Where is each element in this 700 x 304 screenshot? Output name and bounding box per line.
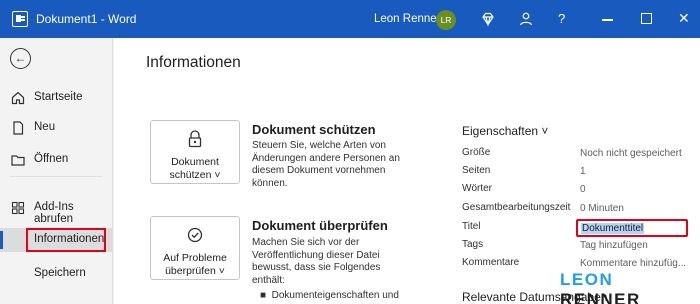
sidebar-item-speichern[interactable]: Speichern	[0, 262, 112, 286]
button-label-line2: überprüfen ˅	[165, 265, 225, 277]
highlight-frame	[26, 228, 106, 252]
lock-icon	[151, 129, 239, 152]
prop-label-comments: Kommentare	[462, 257, 520, 268]
sidebar-item-label: Speichern	[34, 267, 86, 279]
help-icon[interactable]: ?	[558, 11, 565, 26]
tags-field[interactable]: Tag hinzufügen	[580, 240, 648, 251]
title-bar: Dokument1 - Word Leon Renner LR ? ✕	[0, 0, 700, 38]
inspect-document-button[interactable]: Auf Probleme überprüfen ˅	[150, 216, 240, 280]
home-icon	[10, 90, 26, 106]
page-title: Informationen	[146, 54, 241, 71]
prop-value-words: 0	[580, 184, 586, 195]
info-panel: Informationen Dokument schützen ˅ Dokume…	[114, 38, 700, 304]
user-name[interactable]: Leon Renner	[374, 13, 441, 25]
diamond-icon[interactable]	[480, 11, 496, 27]
title-field-value: Dokumenttitel	[581, 223, 645, 234]
sidebar-item-oeffnen[interactable]: Öffnen	[0, 148, 112, 172]
dates-heading: Relevante Datumsangaben	[462, 290, 608, 304]
maximize-icon[interactable]	[641, 13, 652, 24]
protect-description: Steuern Sie, welche Arten von Änderungen…	[252, 140, 400, 189]
properties-dropdown[interactable]: Eigenschaften ˅	[462, 124, 548, 138]
prop-value-pages: 1	[580, 166, 586, 177]
protect-document-button[interactable]: Dokument schützen ˅	[150, 120, 240, 184]
pen-person-icon[interactable]	[518, 11, 534, 27]
title-field[interactable]: Dokumenttitel	[576, 219, 688, 237]
button-label-line2: schützen ˅	[169, 169, 221, 181]
prop-label-pages: Seiten	[462, 165, 491, 176]
sidebar-item-startseite[interactable]: Startseite	[0, 86, 112, 110]
inspect-title: Dokument überprüfen	[252, 218, 388, 233]
sidebar-item-add-ins[interactable]: Add-Ins abrufen	[0, 196, 112, 225]
sidebar-divider	[10, 176, 102, 177]
close-icon[interactable]: ✕	[678, 10, 690, 27]
prop-label-title: Titel	[462, 221, 481, 232]
inspect-description: Machen Sie sich vor der Veröffentlichung…	[252, 237, 381, 286]
sidebar-item-label: Add-Ins abrufen	[34, 201, 74, 225]
document-title: Dokument1 - Word	[36, 12, 137, 26]
bullet-text: Dokumenteigenschaften und	[271, 290, 399, 301]
button-label-line1: Auf Probleme	[163, 252, 227, 264]
sidebar-item-label: Öffnen	[34, 153, 69, 165]
prop-label-tags: Tags	[462, 239, 484, 250]
back-arrow-icon[interactable]: ←	[10, 48, 31, 69]
button-label-line1: Dokument	[171, 156, 219, 168]
minimize-icon[interactable]	[602, 19, 613, 21]
new-document-icon	[10, 120, 26, 136]
inspect-bullet: ■ Dokumenteigenschaften und	[260, 290, 399, 301]
grid-icon	[10, 200, 26, 216]
prop-value-edit-time: 0 Minuten	[580, 203, 624, 214]
prop-label-size: Größe	[462, 147, 491, 158]
folder-icon	[10, 152, 26, 168]
comments-field[interactable]: Kommentare hinzufüg...	[580, 258, 686, 269]
check-document-icon	[151, 225, 239, 248]
prop-label-edit-time: Gesamtbearbeitungszeit	[462, 202, 571, 213]
sidebar-item-label: Startseite	[34, 91, 83, 103]
backstage-sidebar: ← Startseite Neu Öffnen Add-Ins abrufen …	[0, 38, 113, 304]
protect-title: Dokument schützen	[252, 122, 376, 137]
brand-part1: LEON	[560, 270, 614, 289]
sidebar-item-label: Neu	[34, 121, 56, 133]
prop-value-size: Noch nicht gespeichert	[580, 148, 682, 159]
word-app-icon	[12, 11, 28, 27]
sidebar-item-neu[interactable]: Neu	[0, 116, 112, 140]
prop-label-words: Wörter	[462, 183, 492, 194]
avatar[interactable]: LR	[436, 10, 456, 30]
